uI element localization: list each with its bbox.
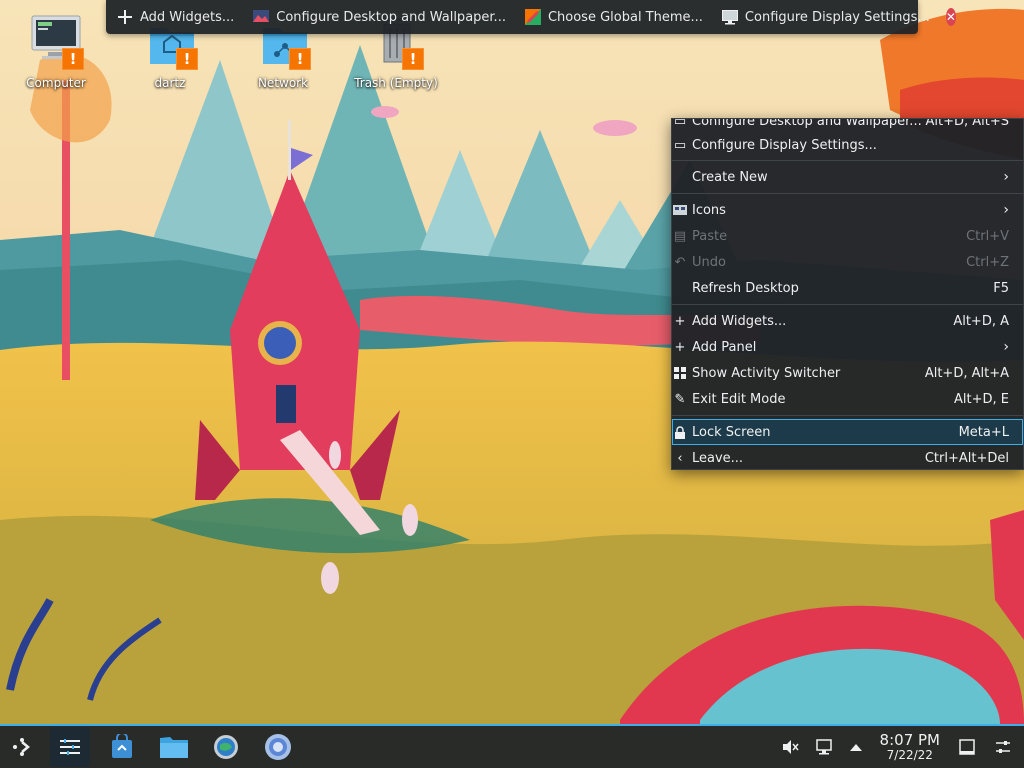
edit-mode-toolbar: Add Widgets... Configure Desktop and Wal… — [106, 0, 956, 34]
menu-separator — [672, 304, 1023, 305]
paste-icon: ▤ — [673, 228, 687, 244]
menu-item-add-widgets[interactable]: + Add Widgets... Alt+D, A — [672, 308, 1023, 334]
panel-configure-icon[interactable] — [988, 727, 1018, 767]
volume-muted-icon[interactable] — [776, 727, 804, 767]
menu-item-configure-display[interactable]: ▭ Configure Display Settings... — [672, 133, 1023, 157]
warning-badge: ! — [62, 48, 84, 70]
choose-global-theme-button[interactable]: Choose Global Theme... — [522, 4, 705, 30]
plus-icon — [116, 8, 134, 26]
menu-item-configure-desktop[interactable]: ▭ Configure Desktop and Wallpaper... Alt… — [672, 118, 1023, 133]
warning-badge: ! — [176, 48, 198, 70]
digital-clock[interactable]: 8:07 PM 7/22/22 — [874, 730, 946, 762]
network-icon[interactable] — [810, 727, 838, 767]
plus-icon: + — [674, 339, 686, 355]
discover-icon[interactable] — [102, 727, 142, 767]
close-icon[interactable]: ✕ — [945, 8, 956, 26]
choose-global-theme-label: Choose Global Theme... — [547, 9, 703, 25]
menu-separator — [672, 193, 1023, 194]
dolphin-icon[interactable] — [154, 727, 194, 767]
menu-separator — [672, 415, 1023, 416]
menu-item-leave[interactable]: ‹ Leave... Ctrl+Alt+Del — [672, 445, 1023, 469]
menu-item-exit-edit-mode[interactable]: ✎ Exit Edit Mode Alt+D, E — [672, 386, 1023, 412]
app-launcher-icon[interactable] — [2, 727, 42, 767]
add-widgets-label: Add Widgets... — [140, 9, 235, 25]
configure-display-label: Configure Display Settings... — [744, 9, 930, 25]
menu-item-lock-screen[interactable]: Lock Screen Meta+L — [672, 419, 1023, 445]
activities-icon — [673, 366, 687, 380]
desktop-icon-label: Computer — [26, 76, 86, 90]
menu-item-icons[interactable]: Icons › — [672, 197, 1023, 223]
configure-desktop-button[interactable]: Configure Desktop and Wallpaper... — [250, 4, 508, 30]
show-desktop-icon[interactable] — [952, 727, 982, 767]
undo-icon: ↶ — [674, 254, 686, 270]
desktop-icon-label: dartz — [154, 76, 186, 90]
chevron-left-icon: ‹ — [677, 450, 683, 466]
plus-icon: + — [674, 313, 686, 329]
menu-item-create-new[interactable]: Create New › — [672, 164, 1023, 190]
clock-time: 8:07 PM — [879, 730, 940, 749]
chevron-up-icon[interactable] — [844, 727, 868, 767]
pencil-icon: ✎ — [674, 391, 686, 407]
menu-item-undo[interactable]: ↶ Undo Ctrl+Z — [672, 249, 1023, 275]
warning-badge: ! — [402, 48, 424, 70]
menu-item-add-panel[interactable]: + Add Panel › — [672, 334, 1023, 360]
icons-view-icon — [673, 203, 687, 217]
desktop-wallpaper-icon: ▭ — [673, 118, 687, 129]
computer-icon: ! — [26, 8, 86, 72]
settings-icon[interactable] — [206, 727, 246, 767]
menu-item-paste[interactable]: ▤ Paste Ctrl+V — [672, 223, 1023, 249]
clock-date: 7/22/22 — [886, 747, 933, 762]
desktop-context-menu: ▭ Configure Desktop and Wallpaper... Alt… — [671, 118, 1024, 470]
global-theme-icon — [524, 8, 542, 26]
configure-display-button[interactable]: Configure Display Settings... — [719, 4, 932, 30]
add-widgets-button[interactable]: Add Widgets... — [114, 4, 236, 30]
taskbar-panel: 8:07 PM 7/22/22 — [0, 724, 1024, 768]
desktop-icon-computer[interactable]: ! Computer — [8, 8, 104, 90]
chevron-right-icon: › — [1003, 339, 1009, 355]
menu-item-activity-switcher[interactable]: Show Activity Switcher Alt+D, Alt+A — [672, 360, 1023, 386]
display-icon — [721, 8, 739, 26]
warning-badge: ! — [289, 48, 311, 70]
display-icon: ▭ — [673, 137, 687, 153]
menu-item-refresh-desktop[interactable]: Refresh Desktop F5 — [672, 275, 1023, 301]
chevron-right-icon: › — [1003, 202, 1009, 218]
system-tray: 8:07 PM 7/22/22 — [776, 726, 1024, 768]
lock-icon — [673, 425, 687, 439]
chevron-right-icon: › — [1003, 169, 1009, 185]
desktop-icon-label: Network — [257, 76, 309, 90]
menu-separator — [672, 160, 1023, 161]
browser-icon[interactable] — [258, 727, 298, 767]
configure-desktop-label: Configure Desktop and Wallpaper... — [276, 9, 506, 25]
desktop-icon-label: Trash (Empty) — [354, 76, 438, 90]
pager-icon[interactable] — [50, 727, 90, 767]
desktop-wallpaper-icon — [252, 8, 270, 26]
